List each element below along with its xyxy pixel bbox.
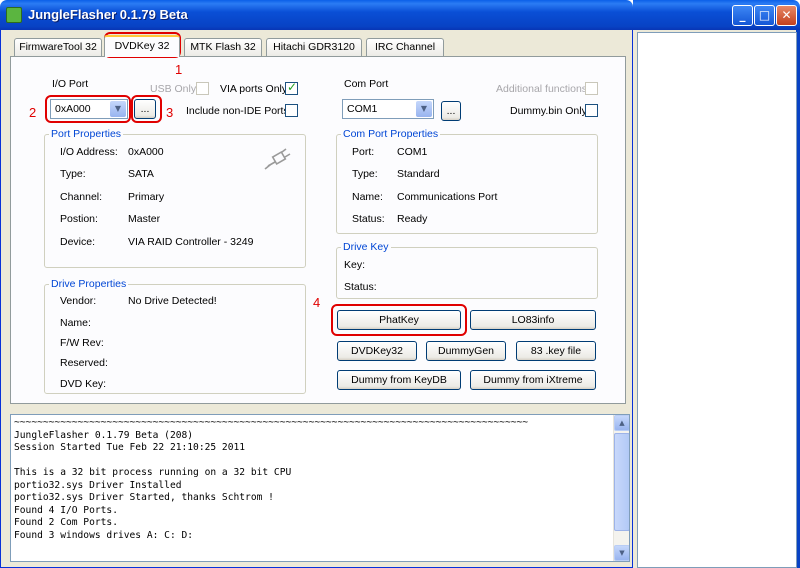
com-prop-label: Port: bbox=[352, 146, 375, 158]
annotation-box-3 bbox=[131, 95, 162, 123]
com-prop-label: Type: bbox=[352, 168, 378, 180]
port-prop-label: Type: bbox=[60, 168, 86, 180]
dummy-bin-only-checkbox[interactable] bbox=[585, 104, 598, 117]
annotation-number-4: 4 bbox=[313, 295, 321, 310]
tab-irc-channel[interactable]: IRC Channel bbox=[366, 38, 444, 56]
title-bar[interactable]: JungleFlasher 0.1.79 Beta bbox=[0, 0, 633, 30]
com-prop-value: Standard bbox=[397, 168, 440, 180]
additional-functions-label: Additional functions bbox=[496, 83, 588, 95]
drive-prop-label: Reserved: bbox=[60, 357, 108, 369]
key-file-button[interactable]: 83 .key file bbox=[516, 341, 596, 361]
com-browse-button[interactable]: ... bbox=[441, 101, 461, 121]
app-icon bbox=[6, 7, 22, 23]
additional-functions-checkbox[interactable] bbox=[585, 82, 598, 95]
port-prop-label: Postion: bbox=[60, 213, 98, 225]
tab-firmwaretool[interactable]: FirmwareTool 32 bbox=[14, 38, 102, 56]
scroll-thumb[interactable] bbox=[614, 433, 629, 531]
via-ports-only-checkbox[interactable]: ✓ bbox=[285, 80, 298, 95]
annotation-box-4 bbox=[331, 304, 467, 336]
annotation-number-1: 1 bbox=[175, 62, 183, 77]
via-ports-only-label: VIA ports Only bbox=[220, 83, 288, 95]
annotation-number-3: 3 bbox=[166, 105, 174, 120]
dummy-from-ixtreme-button[interactable]: Dummy from iXtreme bbox=[470, 370, 596, 390]
com-prop-label: Name: bbox=[352, 191, 383, 203]
drive-prop-label: Vendor: bbox=[60, 295, 97, 307]
port-prop-label: Device: bbox=[60, 236, 96, 248]
io-port-label: I/O Port bbox=[52, 78, 89, 90]
window-title: JungleFlasher 0.1.79 Beta bbox=[28, 7, 188, 22]
com-port-properties-title: Com Port Properties bbox=[343, 128, 439, 140]
dummygen-button[interactable]: DummyGen bbox=[426, 341, 506, 361]
dummy-bin-only-label: Dummy.bin Only bbox=[510, 105, 587, 117]
com-prop-value: Ready bbox=[397, 213, 428, 225]
port-properties-title: Port Properties bbox=[51, 128, 122, 140]
include-non-ide-checkbox[interactable] bbox=[285, 104, 298, 117]
tab-dvdkey[interactable]: DVDKey 32 bbox=[104, 35, 180, 57]
minimize-icon[interactable]: _ bbox=[732, 5, 753, 26]
port-prop-label: I/O Address: bbox=[60, 146, 118, 158]
drive-key-title: Drive Key bbox=[343, 241, 389, 253]
log-text: ~~~~~~~~~~~~~~~~~~~~~~~~~~~~~~~~~~~~~~~~… bbox=[14, 417, 529, 541]
com-prop-value: Communications Port bbox=[397, 191, 498, 203]
port-prop-value: Master bbox=[128, 213, 161, 225]
plug-icon bbox=[264, 148, 291, 170]
com-prop-label: Status: bbox=[352, 213, 385, 225]
com-prop-value: COM1 bbox=[397, 146, 428, 158]
port-prop-value: 0xA000 bbox=[128, 146, 164, 158]
log-scrollbar[interactable]: ▲ ▼ bbox=[613, 415, 629, 561]
drive-prop-label: DVD Key: bbox=[60, 378, 107, 390]
scroll-up-icon[interactable]: ▲ bbox=[614, 415, 629, 431]
close-icon[interactable]: ✕ bbox=[776, 5, 797, 26]
include-non-ide-label: Include non-IDE Ports bbox=[186, 105, 289, 117]
com-port-label: Com Port bbox=[344, 78, 389, 90]
chevron-down-icon[interactable]: ▼ bbox=[416, 101, 432, 117]
maximize-icon[interactable]: □ bbox=[754, 5, 775, 26]
scroll-down-icon[interactable]: ▼ bbox=[614, 545, 629, 561]
com-port-select[interactable]: COM1 ▼ bbox=[342, 99, 434, 119]
com-port-value: COM1 bbox=[347, 103, 378, 115]
side-panel bbox=[637, 32, 797, 568]
log-output[interactable]: ~~~~~~~~~~~~~~~~~~~~~~~~~~~~~~~~~~~~~~~~… bbox=[10, 414, 630, 562]
drive-properties-title: Drive Properties bbox=[51, 278, 127, 290]
check-icon: ✓ bbox=[287, 80, 298, 94]
lo83info-button[interactable]: LO83info bbox=[470, 310, 596, 330]
tab-mtk-flash[interactable]: MTK Flash 32 bbox=[184, 38, 262, 56]
port-prop-value: SATA bbox=[128, 168, 154, 180]
port-prop-value: VIA RAID Controller - 3249 bbox=[128, 236, 254, 248]
drive-prop-label: F/W Rev: bbox=[60, 337, 104, 349]
annotation-box-2 bbox=[45, 95, 131, 123]
drive-key-label: Key: bbox=[344, 259, 366, 271]
dummy-from-keydb-button[interactable]: Dummy from KeyDB bbox=[337, 370, 461, 390]
usb-only-checkbox[interactable] bbox=[196, 82, 209, 95]
annotation-number-2: 2 bbox=[29, 105, 37, 120]
port-prop-value: Primary bbox=[128, 191, 165, 203]
dvdkey32-button[interactable]: DVDKey32 bbox=[337, 341, 417, 361]
drive-key-status-label: Status: bbox=[344, 281, 377, 293]
port-prop-label: Channel: bbox=[60, 191, 103, 203]
tab-hitachi[interactable]: Hitachi GDR3120 bbox=[266, 38, 362, 56]
usb-only-label: USB Only bbox=[150, 83, 197, 95]
drive-prop-label: Name: bbox=[60, 317, 91, 329]
drive-prop-value: No Drive Detected! bbox=[128, 295, 217, 307]
